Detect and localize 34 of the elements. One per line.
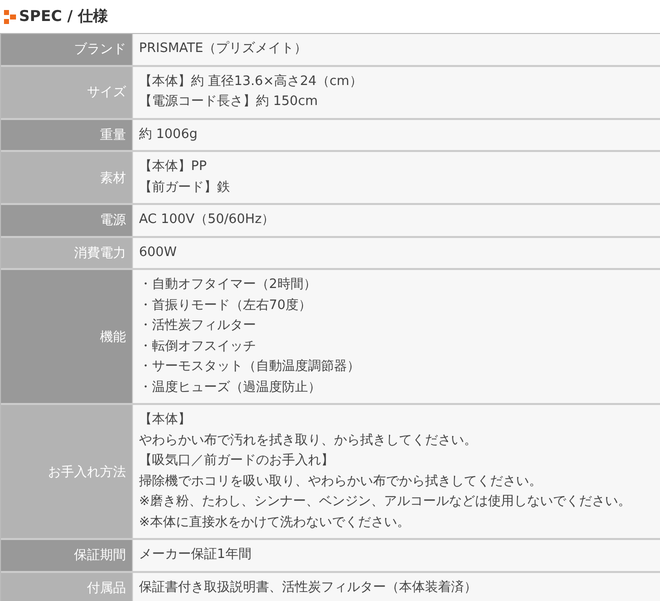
spec-value: ・活性炭フィルター [139,317,257,335]
row-label: 電源 [1,205,132,236]
spec-value: ・首振りモード（左右70度） [139,296,313,314]
spec-value: ※本体に直接水をかけて洗わないでください。 [139,514,411,532]
spec-value: ・温度ヒューズ（過温度防止） [139,378,322,396]
row-label: サイズ [1,66,132,118]
spec-value: 【本体】PP [139,158,208,176]
spec-value: 600W [139,244,178,262]
spec-value: AC 100V（50/60Hz） [139,211,276,229]
spec-value: 【吸気口／前ガードのお手入れ】 [139,452,335,470]
row-label: 重量 [1,120,132,150]
spec-value: 【前ガード】鉄 [139,178,231,196]
row-label: 付属品 [1,572,132,601]
row-label: 機能 [1,270,132,403]
spec-value: ※磨き粉、たわし、シンナー、ベンジン、アルコールなどは使用しないでください。 [139,493,632,511]
spec-value: 【電源コード長さ】約 150cm [139,93,319,111]
spec-value: 約 1006g [139,126,198,144]
row-label: 保証期間 [1,540,132,570]
spec-value: 【本体】約 直径13.6×高さ24（cm） [139,72,364,90]
spec-value: 【本体】 [139,411,192,429]
spec-value: 掃除機でホコリを吸い取り、やわらかい布でから拭きしてください。 [139,472,543,490]
spec-value: 保証書付き取扱説明書、活性炭フィルター（本体装着済） [139,578,478,596]
row-label: 消費電力 [1,238,132,268]
spec-value: メーカー保証1年間 [139,546,252,564]
spec-value: やわらかい布で汚れを拭き取り、から拭きしてください。 [139,432,478,450]
squares-icon [4,10,16,24]
row-label: お手入れ方法 [1,405,132,538]
spec-value: ・サーモスタット（自動温度調節器） [139,358,361,376]
row-label: 素材 [1,152,132,203]
section-title: SPEC / 仕様 [19,7,108,26]
spec-value: PRISMATE（プリズメイト） [139,40,308,58]
row-label: ブランド [1,34,132,64]
spec-value: ・自動オフタイマー（2時間） [139,276,318,294]
spec-value: ・転倒オフスイッチ [139,338,257,356]
